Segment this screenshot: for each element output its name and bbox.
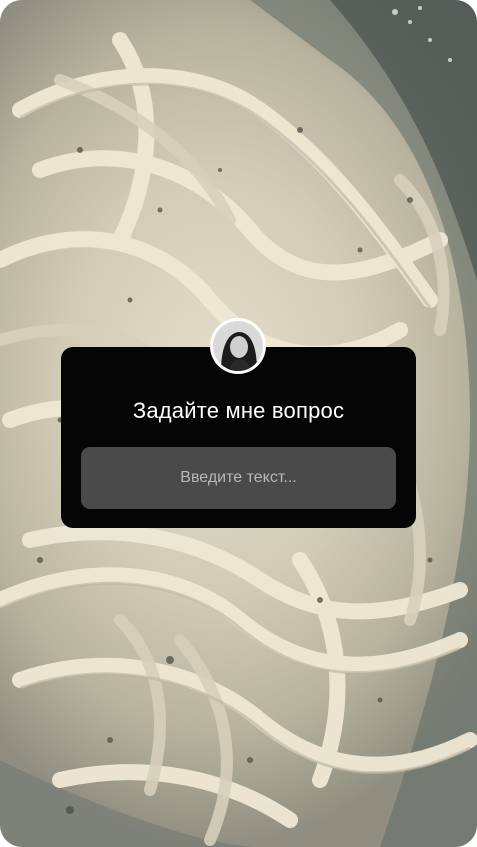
story-screen: Задайте мне вопрос Введите текст... — [0, 0, 477, 847]
profile-photo-icon — [213, 321, 263, 371]
answer-input[interactable]: Введите текст... — [81, 447, 396, 509]
question-sticker: Задайте мне вопрос Введите текст... — [61, 347, 416, 528]
avatar — [210, 318, 266, 374]
question-title: Задайте мне вопрос — [132, 398, 345, 423]
